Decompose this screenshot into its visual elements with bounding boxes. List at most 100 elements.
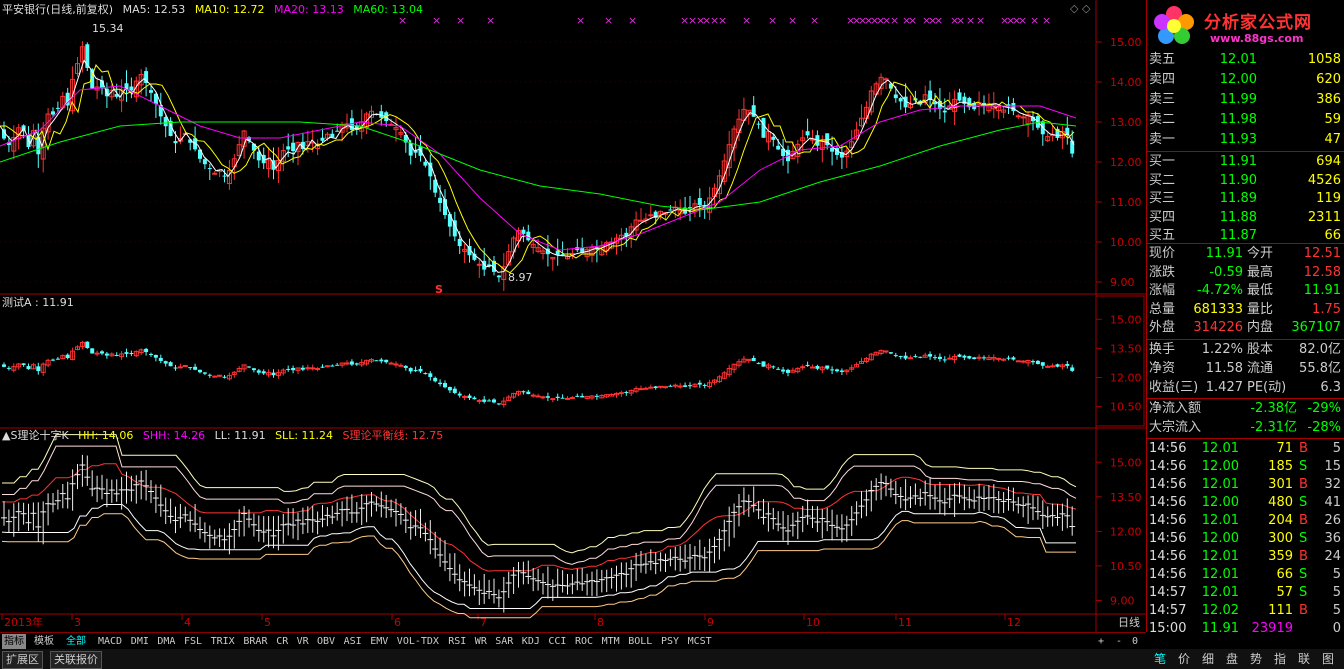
indicator-tab-vr[interactable]: VR xyxy=(297,634,309,649)
right-tab-5[interactable]: 指 xyxy=(1274,651,1286,667)
right-tab-3[interactable]: 盘 xyxy=(1226,651,1238,667)
indicator-tab-cci[interactable]: CCI xyxy=(548,634,566,649)
stat-row[interactable]: 涨跌 -0.59 最高 12.58 xyxy=(1147,264,1344,282)
divider xyxy=(1147,438,1344,439)
bid-row[interactable]: 买四 11.88 2311 xyxy=(1147,209,1344,227)
zoom-control-0[interactable]: + xyxy=(1098,634,1104,649)
tick-row[interactable]: 14:56 12.01 71 B 5 xyxy=(1147,440,1344,458)
indicator-tab-sar[interactable]: SAR xyxy=(495,634,513,649)
signal-marker: × xyxy=(976,14,985,27)
tick-row[interactable]: 14:56 12.01 301 B 32 xyxy=(1147,476,1344,494)
indicator-tab-模板[interactable]: 模板 xyxy=(34,634,54,649)
stat-row[interactable]: 现价 11.91 今开 12.51 xyxy=(1147,245,1344,263)
indicator-tab-emv[interactable]: EMV xyxy=(370,634,388,649)
sub1-candle-up xyxy=(883,350,889,353)
main-candle-down xyxy=(942,110,947,113)
stat-row[interactable]: 换手 1.22% 股本 82.0亿 xyxy=(1147,341,1344,359)
indicator-tab-obv[interactable]: OBV xyxy=(317,634,335,649)
indicator-tab-dma[interactable]: DMA xyxy=(157,634,175,649)
stat-row[interactable]: 收益(三) 1.427 PE(动) 6.3 xyxy=(1147,379,1344,397)
bid-row[interactable]: 买三 11.89 119 xyxy=(1147,190,1344,208)
ask-row[interactable]: 卖四 12.00 620 xyxy=(1147,71,1344,89)
stat-row[interactable]: 净资 11.58 流通 55.8亿 xyxy=(1147,360,1344,378)
indicator-tab-trix[interactable]: TRIX xyxy=(211,634,235,649)
tick-row[interactable]: 14:56 12.01 204 B 26 xyxy=(1147,512,1344,530)
right-tab-4[interactable]: 势 xyxy=(1250,651,1262,667)
tick-count: 24 xyxy=(1324,549,1341,564)
tick-price: 12.01 xyxy=(1201,567,1239,582)
tick-row[interactable]: 14:56 12.00 480 S 41 xyxy=(1147,494,1344,512)
zoom-control-1[interactable]: - xyxy=(1116,634,1122,649)
bid-label: 买四 xyxy=(1149,209,1176,225)
main-candle-up xyxy=(883,78,889,81)
ask-row[interactable]: 卖一 11.93 47 xyxy=(1147,131,1344,149)
indicator-tab-vol-tdx[interactable]: VOL-TDX xyxy=(397,634,439,649)
tick-row[interactable]: 14:56 12.00 185 S 15 xyxy=(1147,458,1344,476)
right-tab-0[interactable]: 笔 xyxy=(1154,651,1166,667)
sub1-candle-down xyxy=(492,399,496,403)
stat-row[interactable]: 总量 681333 量比 1.75 xyxy=(1147,301,1344,319)
y-tick-label: 12.00 xyxy=(1110,525,1142,538)
tick-time: 14:56 xyxy=(1149,549,1187,564)
x-tick-label: 9 xyxy=(707,616,714,629)
stat-row[interactable]: 外盘 314226 内盘 367107 xyxy=(1147,319,1344,337)
tick-price: 12.01 xyxy=(1201,477,1239,492)
ask-row[interactable]: 卖二 11.98 59 xyxy=(1147,111,1344,129)
flow-row[interactable]: 净流入额 -2.38亿 -29% xyxy=(1147,400,1344,418)
tick-row[interactable]: 14:56 12.00 300 S 36 xyxy=(1147,530,1344,548)
indicator-tab-wr[interactable]: WR xyxy=(475,634,487,649)
flow-row[interactable]: 大宗流入 -2.31亿 -28% xyxy=(1147,419,1344,437)
bid-label: 买二 xyxy=(1149,172,1176,188)
tick-side: B xyxy=(1299,477,1308,492)
right-tab-1[interactable]: 价 xyxy=(1178,651,1190,667)
sub1-candle-down xyxy=(903,355,908,359)
indicator-tab-boll[interactable]: BOLL xyxy=(628,634,652,649)
tick-side: S xyxy=(1299,567,1308,582)
indicator-tab-全部[interactable]: 全部 xyxy=(66,634,86,649)
signal-marker: × xyxy=(908,14,917,27)
main-candle-down xyxy=(1070,140,1075,154)
main-candle-down xyxy=(805,131,810,136)
tick-price: 12.01 xyxy=(1201,441,1239,456)
ask-row[interactable]: 卖五 12.01 1058 xyxy=(1147,51,1344,69)
stock-chart-area[interactable]: 15.00 14.00 13.00 12.00 11.00 10.00 9.00 15.00 1… xyxy=(0,0,1146,632)
indicator-tab-roc[interactable]: ROC xyxy=(575,634,593,649)
sub1-candle-down xyxy=(300,367,305,370)
sub1-candle-down xyxy=(153,354,158,358)
flow-label: 大宗流入 xyxy=(1149,420,1202,435)
lower-tab-1[interactable]: 关联报价 xyxy=(50,651,102,669)
tick-row[interactable]: 15:00 11.91 23919 0 xyxy=(1147,620,1344,638)
lower-tab-0[interactable]: 扩展区 xyxy=(2,651,43,669)
indicator-tab-psy[interactable]: PSY xyxy=(661,634,679,649)
tick-row[interactable]: 14:56 12.01 66 S 5 xyxy=(1147,566,1344,584)
indicator-tab-cr[interactable]: CR xyxy=(276,634,288,649)
main-candle-down xyxy=(496,275,501,278)
indicator-tab-rsi[interactable]: RSI xyxy=(448,634,466,649)
sub1-candle-down xyxy=(1040,362,1045,366)
indicator-tab-kdj[interactable]: KDJ xyxy=(522,634,540,649)
indicator-tab-asi[interactable]: ASI xyxy=(344,634,362,649)
tick-row[interactable]: 14:57 12.01 57 S 5 xyxy=(1147,584,1344,602)
indicator-tab-mtm[interactable]: MTM xyxy=(602,634,620,649)
tick-price: 12.01 xyxy=(1201,549,1239,564)
stat-value: 681333 xyxy=(1193,301,1243,317)
bid-row[interactable]: 买二 11.90 4526 xyxy=(1147,172,1344,190)
tick-row[interactable]: 14:56 12.01 359 B 24 xyxy=(1147,548,1344,566)
tick-row[interactable]: 14:57 12.02 111 B 5 xyxy=(1147,602,1344,620)
zoom-control-2[interactable]: 0 xyxy=(1132,634,1138,649)
indicator-tab-dmi[interactable]: DMI xyxy=(131,634,149,649)
signal-marker: × xyxy=(890,14,899,27)
ask-row[interactable]: 卖三 11.99 386 xyxy=(1147,91,1344,109)
bid-row[interactable]: 买一 11.91 694 xyxy=(1147,153,1344,171)
sub1-candle-down xyxy=(668,385,673,387)
stat-row[interactable]: 涨幅 -4.72% 最低 11.91 xyxy=(1147,282,1344,300)
right-tab-7[interactable]: 图 xyxy=(1322,651,1334,667)
indicator-tab-指标[interactable]: 指标 xyxy=(2,634,26,649)
indicator-tab-mcst[interactable]: MCST xyxy=(688,634,712,649)
indicator-tab-brar[interactable]: BRAR xyxy=(243,634,267,649)
indicator-tab-fsl[interactable]: FSL xyxy=(184,634,202,649)
divider xyxy=(1147,398,1344,399)
indicator-tab-macd[interactable]: MACD xyxy=(98,634,122,649)
right-tab-2[interactable]: 细 xyxy=(1202,651,1214,667)
right-tab-6[interactable]: 联 xyxy=(1298,651,1310,667)
